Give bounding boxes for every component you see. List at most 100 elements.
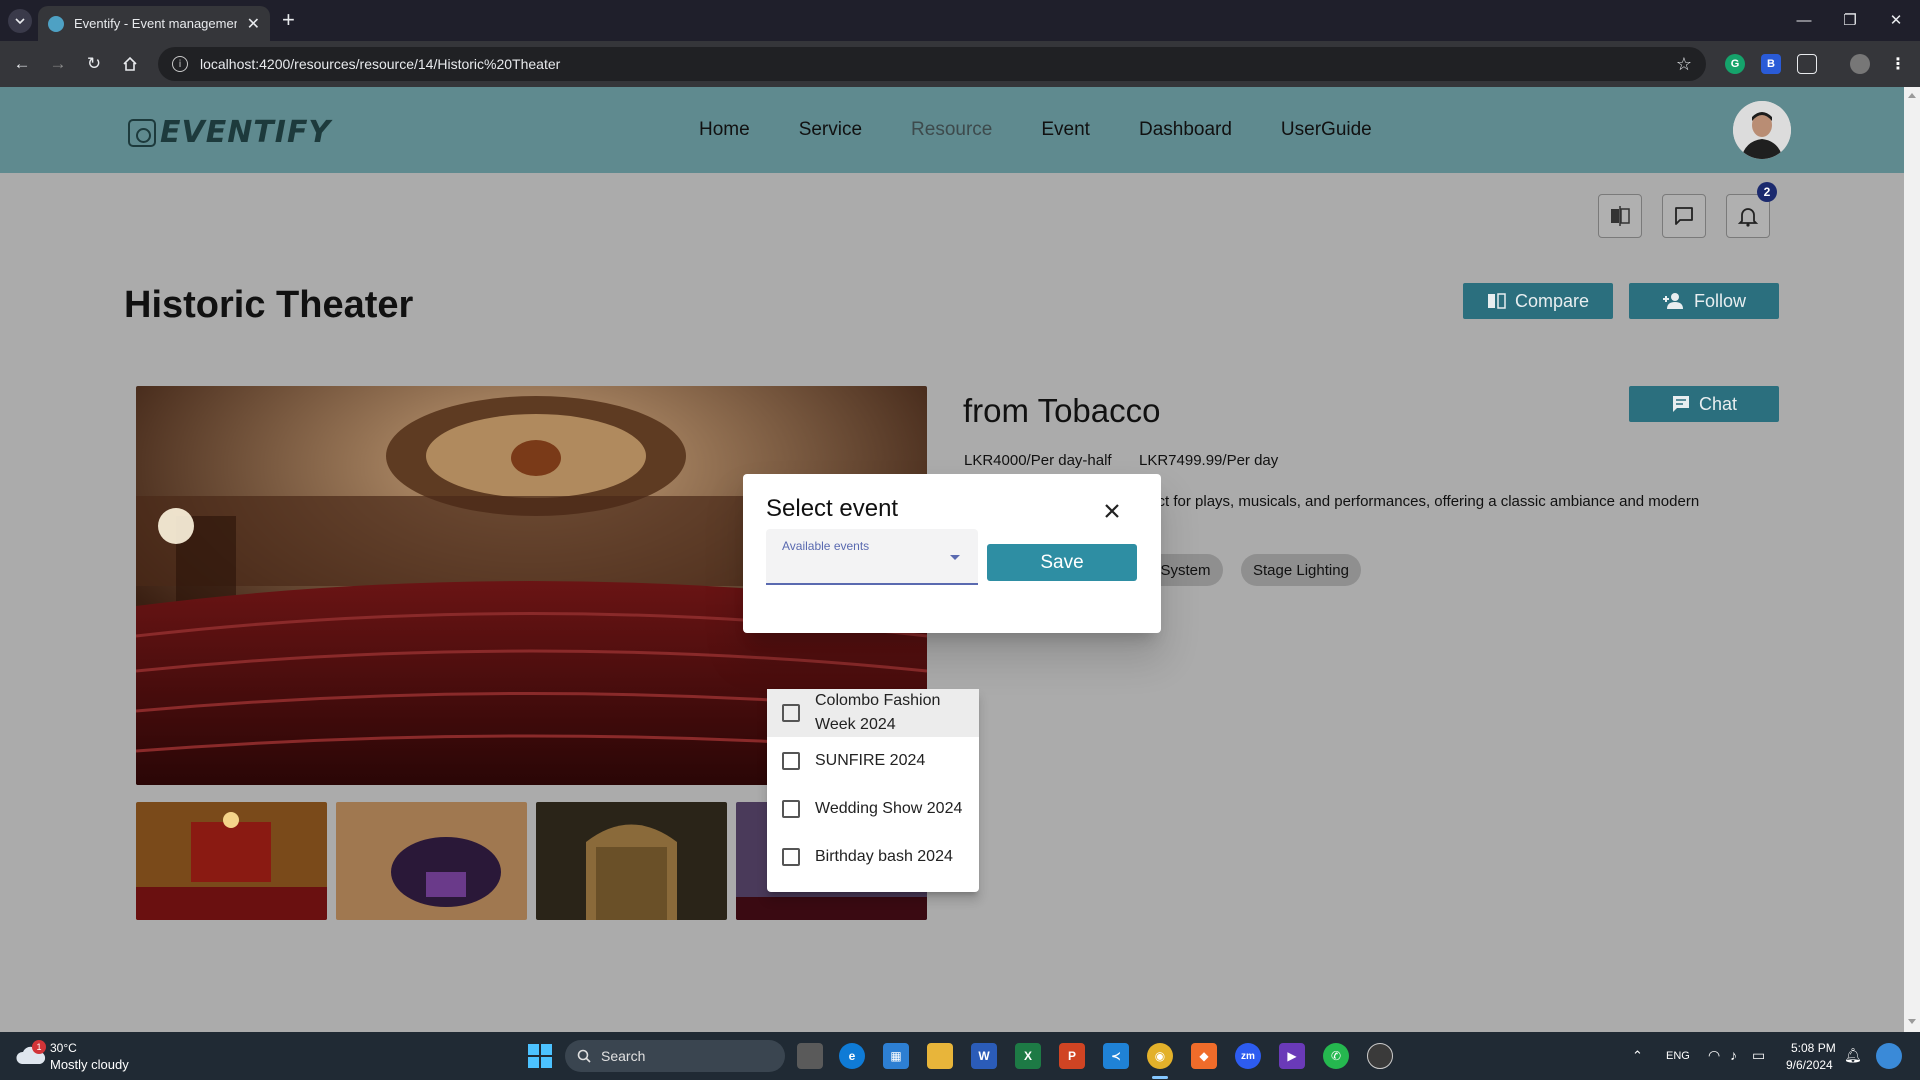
thumbnail-stage-image [136,802,327,920]
nav-resource[interactable]: Resource [911,119,992,141]
home-icon [123,56,137,71]
extension-icon[interactable]: B [1761,54,1781,74]
notification-bell-icon[interactable]: 🔔︎ [1844,1047,1862,1064]
word-icon[interactable]: W [971,1043,997,1069]
grammarly-extension-icon[interactable]: G [1725,54,1745,74]
powerpoint-icon[interactable]: P [1059,1043,1085,1069]
favicon-icon [48,15,64,32]
copilot-icon[interactable] [1876,1043,1902,1069]
battery-icon[interactable]: ▭ [1752,1047,1765,1064]
nav-event[interactable]: Event [1041,119,1090,141]
brave-icon[interactable]: ◆ [1191,1043,1217,1069]
resource-description: fect for plays, musicals, and performanc… [1145,493,1700,510]
volume-icon[interactable]: ♪ [1730,1047,1737,1063]
price-half-day: LKR4000/Per day-half [964,452,1112,469]
weather-description: Mostly cloudy [50,1057,129,1072]
scroll-down-icon[interactable] [1908,1019,1916,1024]
search-label: Search [601,1048,646,1064]
compare-list-button[interactable] [1598,194,1642,238]
file-explorer-icon[interactable] [927,1043,953,1069]
forward-button[interactable]: → [44,50,72,78]
site-info-icon[interactable]: i [172,56,188,72]
thumbnail-2[interactable] [336,802,527,920]
price-full-day: LKR7499.99/Per day [1139,452,1279,469]
clock-date[interactable]: 9/6/2024 [1786,1058,1833,1072]
bell-icon [1737,208,1759,227]
weather-alert-badge: 1 [32,1040,46,1054]
tab-search-button[interactable] [8,9,32,33]
page-content: EVENTIFY Home Service Resource Event Das… [0,87,1904,1032]
task-view-icon[interactable] [797,1043,823,1069]
compare-button[interactable]: Compare [1463,283,1613,319]
thumbnail-1[interactable] [136,802,327,920]
close-dialog-button[interactable] [1100,499,1124,523]
page-scrollbar[interactable] [1904,87,1920,1032]
chrome-icon[interactable]: ◉ [1147,1043,1173,1069]
thumbnail-3[interactable] [536,802,727,920]
chat-button[interactable]: Chat [1629,386,1779,422]
close-window-button[interactable]: ✕ [1873,6,1919,34]
vscode-icon[interactable]: ≺ [1103,1043,1129,1069]
option-colombo-fashion-week[interactable]: Colombo Fashion Week 2024 [767,689,979,737]
option-birthday-bash[interactable]: Birthday bash 2024 [767,833,979,881]
profile-icon[interactable] [1850,54,1870,74]
restore-button[interactable]: ❐ [1827,6,1873,34]
obs-icon[interactable] [1367,1043,1393,1069]
messages-button[interactable] [1662,194,1706,238]
arrow-forward-icon: → [49,54,67,73]
thumbnail-curtain-image [536,802,727,920]
chat-label: Chat [1698,393,1738,414]
save-button[interactable]: Save [987,544,1137,581]
star-icon[interactable]: ☆ [1676,54,1692,75]
clock-time[interactable]: 5:08 PM [1791,1041,1836,1055]
tray-overflow-icon[interactable]: ⌃ [1632,1048,1643,1064]
language-indicator[interactable]: ENG [1666,1050,1690,1062]
nav-home[interactable]: Home [699,119,750,141]
follow-button[interactable]: Follow [1629,283,1779,319]
menu-kebab-icon[interactable]: ⋮ [1888,54,1908,74]
available-events-select[interactable]: Available events [766,529,978,585]
nav-userguide[interactable]: UserGuide [1281,119,1372,141]
eventify-logo[interactable]: EVENTIFY [128,115,331,150]
address-bar[interactable]: i localhost:4200/resources/resource/14/H… [158,47,1706,81]
option-label: SUNFIRE 2024 [815,752,926,769]
checkbox[interactable] [782,848,800,866]
user-avatar[interactable] [1733,101,1791,159]
video-app-icon[interactable]: ▶ [1279,1043,1305,1069]
url-text: localhost:4200/resources/resource/14/His… [200,56,561,72]
new-tab-button[interactable]: + [282,8,295,32]
scroll-up-icon[interactable] [1908,93,1916,98]
taskbar-search[interactable]: Search [565,1040,785,1072]
nav-service[interactable]: Service [799,119,862,141]
notification-badge: 2 [1757,182,1777,202]
whatsapp-icon[interactable]: ✆ [1323,1043,1349,1069]
reload-button[interactable]: ↻ [80,50,108,78]
option-sunfire[interactable]: SUNFIRE 2024 [767,737,979,785]
excel-icon[interactable]: X [1015,1043,1041,1069]
compare-label: Compare [1514,290,1590,311]
reload-icon: ↻ [86,54,102,73]
back-button[interactable]: ← [8,50,36,78]
checkbox[interactable] [782,800,800,818]
nav-dashboard[interactable]: Dashboard [1139,119,1232,141]
user-plus-icon [1662,293,1683,309]
main-nav: Home Service Resource Event Dashboard Us… [699,119,1372,141]
browser-toolbar: ← → ↻ i localhost:4200/resources/resourc… [0,41,1920,87]
option-wedding-show[interactable]: Wedding Show 2024 [767,785,979,833]
start-button[interactable] [528,1044,552,1068]
checkbox[interactable] [782,704,800,722]
close-tab-icon[interactable]: ✕ [247,14,260,34]
checkbox[interactable] [782,752,800,770]
zoom-icon[interactable]: zm [1235,1043,1261,1069]
app-header: EVENTIFY Home Service Resource Event Das… [0,87,1904,173]
edge-icon[interactable]: e [839,1043,865,1069]
extensions-puzzle-icon[interactable] [1797,54,1817,74]
browser-tab[interactable]: Eventify - Event management s ✕ [38,6,270,41]
home-button[interactable] [116,50,144,78]
store-icon[interactable]: ▦ [883,1043,909,1069]
calendar-logo-icon [128,118,156,147]
wifi-icon[interactable]: ◠ [1708,1047,1720,1064]
search-icon [577,1049,591,1063]
close-icon [1105,504,1119,518]
minimize-button[interactable]: — [1781,6,1827,34]
